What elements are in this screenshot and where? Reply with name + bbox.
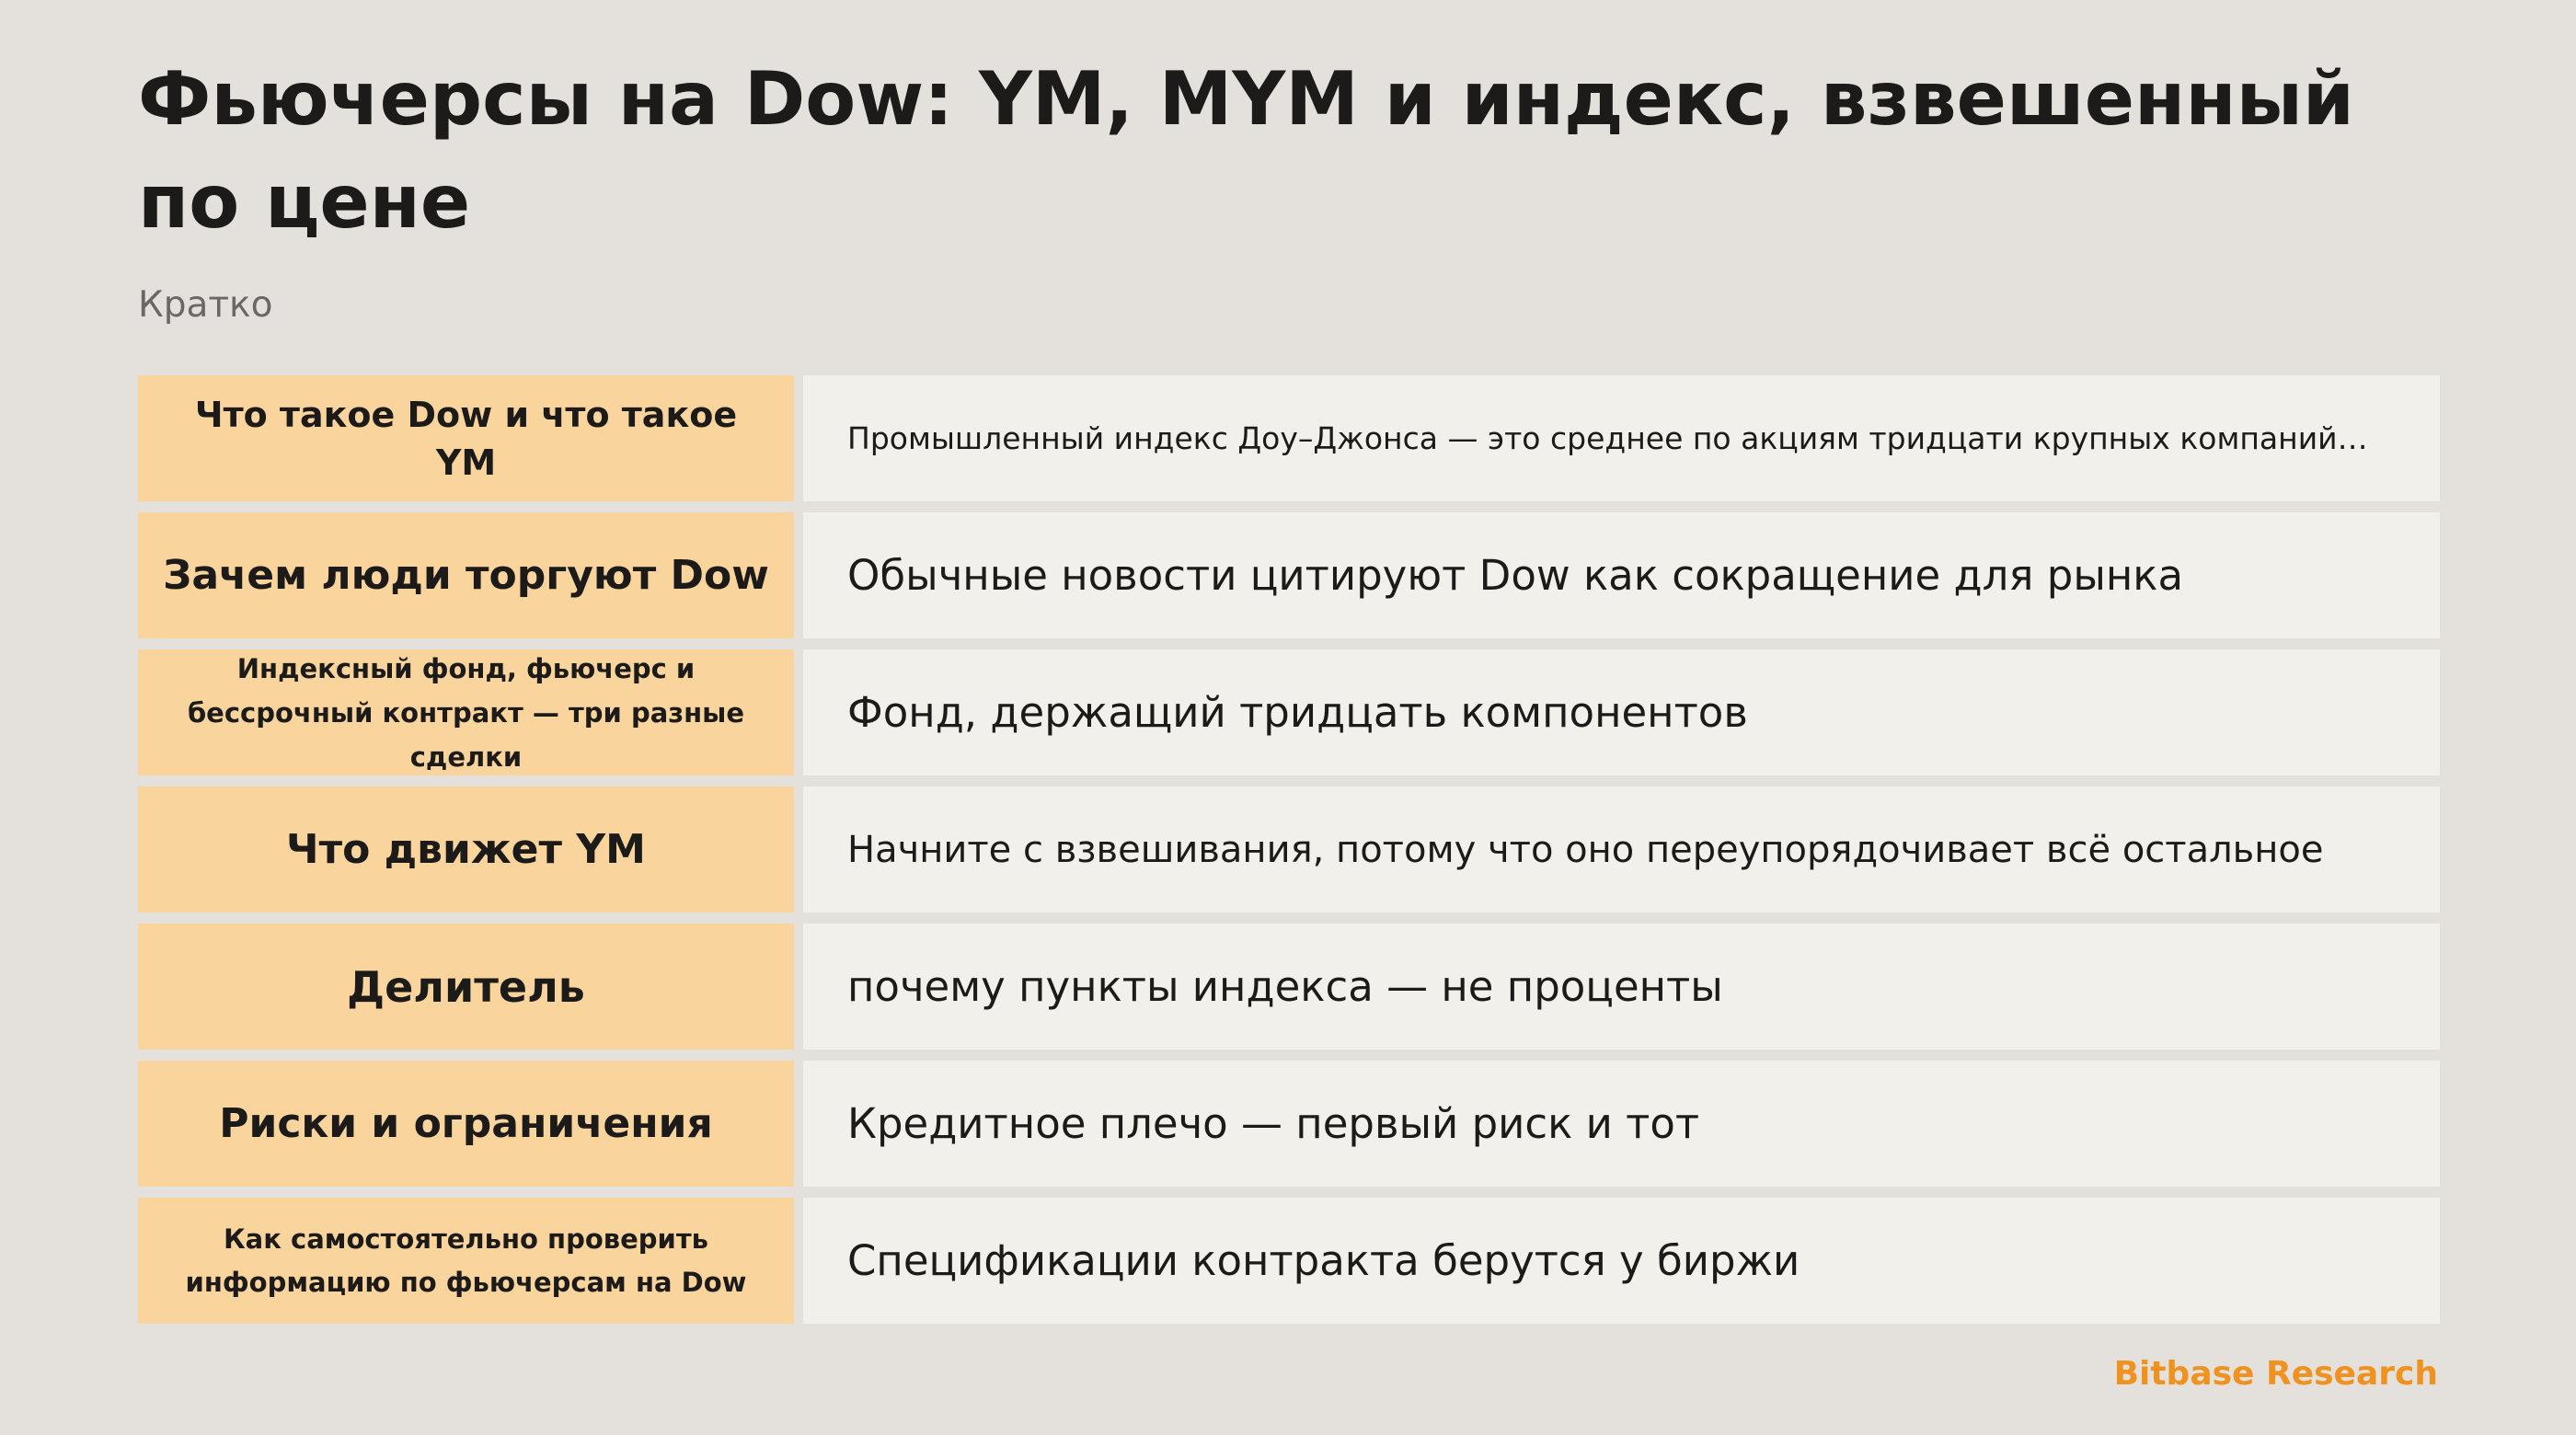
table-row: Что такое Dow и что такое YM Промышленны…: [138, 375, 2440, 501]
brand-logo-text: Bitbase Research: [2113, 1355, 2438, 1393]
row-text-cell: почему пункты индекса — не проценты: [803, 924, 2440, 1050]
row-label: Что такое Dow и что такое YM: [138, 375, 794, 501]
row-text-cell: Начните с взвешивания, потому что оно пе…: [803, 786, 2440, 913]
row-text: Кредитное плечо — первый риск и тот: [847, 1098, 1700, 1148]
page-title: Фьючерсы на Dow: YM, MYM и индекс, взвеш…: [138, 56, 2354, 245]
row-label: Риски и ограничения: [138, 1061, 794, 1187]
row-text: почему пункты индекса — не проценты: [847, 961, 1723, 1011]
row-text: Фонд, держащий тридцать компонентов: [847, 687, 1748, 737]
row-label: Зачем люди торгуют Dow: [138, 512, 794, 638]
table-row: Делитель почему пункты индекса — не проц…: [138, 924, 2440, 1050]
row-label: Делитель: [138, 924, 794, 1050]
row-text: Обычные новости цитируют Dow как сокраще…: [847, 550, 2184, 600]
row-text: Спецификации контракта берутся у биржи: [847, 1235, 1800, 1285]
row-text-cell: Кредитное плечо — первый риск и тот: [803, 1061, 2440, 1187]
row-text-cell: Обычные новости цитируют Dow как сокраще…: [803, 512, 2440, 638]
table-row: Индексный фонд, фьючерс и бессрочный кон…: [138, 649, 2440, 775]
row-label: Индексный фонд, фьючерс и бессрочный кон…: [138, 649, 794, 775]
row-text-cell: Спецификации контракта берутся у биржи: [803, 1198, 2440, 1324]
row-text: Начните с взвешивания, потому что оно пе…: [847, 828, 2324, 871]
row-text-cell: Фонд, держащий тридцать компонентов: [803, 649, 2440, 775]
row-text: Промышленный индекс Доу–Джонса — это сре…: [847, 419, 2368, 456]
table-row: Как самостоятельно проверить информацию …: [138, 1198, 2440, 1324]
row-label: Как самостоятельно проверить информацию …: [138, 1198, 794, 1324]
page-subtitle: Кратко: [138, 284, 273, 326]
table-row: Зачем люди торгуют Dow Обычные новости ц…: [138, 512, 2440, 638]
row-label: Что движет YM: [138, 786, 794, 913]
table-row: Риски и ограничения Кредитное плечо — пе…: [138, 1061, 2440, 1187]
summary-table: Что такое Dow и что такое YM Промышленны…: [138, 375, 2440, 1324]
row-text-cell: Промышленный индекс Доу–Джонса — это сре…: [803, 375, 2440, 501]
table-row: Что движет YM Начните с взвешивания, пот…: [138, 786, 2440, 913]
